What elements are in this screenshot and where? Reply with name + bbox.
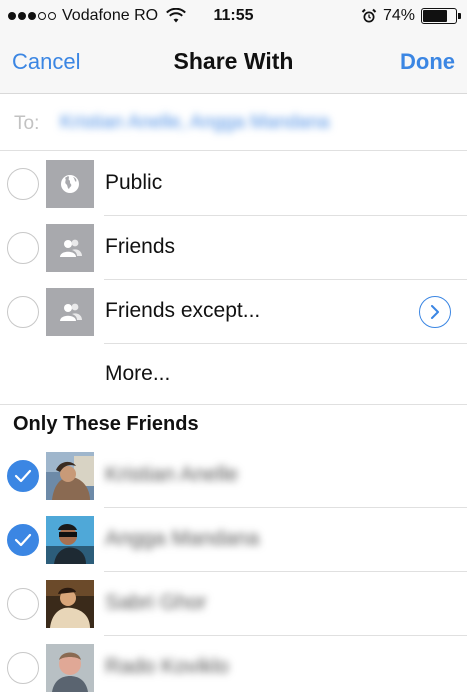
avatar-photo [46, 644, 94, 692]
friends-icon [46, 288, 94, 336]
section-title: Only These Friends [13, 413, 199, 435]
radio-button[interactable] [7, 168, 39, 200]
friend-name: Sabri Ghor [105, 591, 207, 614]
status-right: 74% [361, 7, 461, 25]
battery-icon [421, 8, 461, 24]
navigation-bar: Cancel Share With Done [0, 34, 467, 94]
radio-button[interactable] [7, 296, 39, 328]
option-label: Friends except... [105, 299, 261, 322]
checkmark-icon [14, 533, 32, 547]
checkmark-icon [14, 469, 32, 483]
globe-glyph [61, 175, 79, 193]
radio-button[interactable] [7, 588, 39, 620]
battery-level [423, 10, 447, 22]
radio-button[interactable] [7, 652, 39, 684]
chevron-right-circle-icon[interactable] [419, 296, 451, 328]
option-friends[interactable]: Friends [0, 216, 467, 280]
friends-glyph [60, 303, 82, 321]
radio-button-checked[interactable] [7, 460, 39, 492]
to-label: To: [14, 113, 40, 134]
friend-row[interactable]: Angga Mandana [0, 508, 467, 572]
option-label: Public [105, 171, 163, 194]
battery-tip [458, 13, 461, 19]
alarm-icon [361, 8, 377, 23]
friend-row[interactable]: Kristian Anelle [0, 444, 467, 508]
done-button[interactable]: Done [400, 49, 455, 75]
option-friends-except[interactable]: Friends except... [0, 280, 467, 344]
avatar-photo [46, 580, 94, 628]
option-public[interactable]: Public [0, 152, 467, 216]
avatar [46, 580, 94, 628]
friend-name: Rado Koviklo [105, 655, 229, 678]
friends-icon [46, 224, 94, 272]
more-option[interactable]: More... [0, 344, 467, 404]
chevron-right-icon [431, 305, 439, 319]
globe-icon [46, 160, 94, 208]
recipient-tokens[interactable]: Kristian Anelle, Angga Mandana [60, 112, 329, 134]
cancel-button[interactable]: Cancel [12, 49, 80, 75]
radio-button[interactable] [7, 232, 39, 264]
option-label: Friends [105, 235, 176, 258]
battery-percent: 74% [382, 7, 415, 24]
status-bar: Vodafone RO 11:55 74% [0, 0, 467, 34]
avatar-photo [46, 516, 94, 564]
avatar-photo [46, 452, 94, 500]
more-label: More... [105, 362, 171, 385]
avatar [46, 644, 94, 692]
avatar [46, 516, 94, 564]
friend-row[interactable]: Sabri Ghor [0, 572, 467, 636]
friend-name: Angga Mandana [105, 527, 260, 550]
friend-row[interactable]: Rado Koviklo [0, 636, 467, 700]
friend-name: Kristian Anelle [105, 463, 239, 486]
section-header: Only These Friends [0, 404, 467, 444]
friends-glyph [60, 239, 82, 257]
to-field[interactable]: To: Kristian Anelle, Angga Mandana [0, 95, 467, 151]
radio-button-checked[interactable] [7, 524, 39, 556]
avatar [46, 452, 94, 500]
